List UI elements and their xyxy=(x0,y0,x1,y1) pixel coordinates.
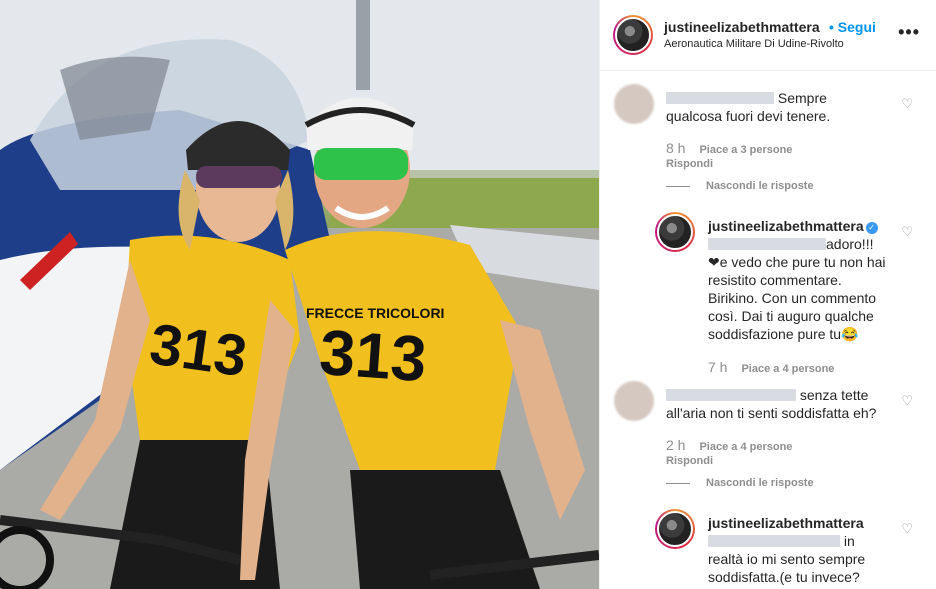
post-header: justineelizabethmattera • Segui Aeronaut… xyxy=(600,0,936,71)
blurred-username xyxy=(666,389,796,401)
svg-text:FRECCE TRICOLORI: FRECCE TRICOLORI xyxy=(306,305,444,321)
hide-replies-button[interactable]: Nascondi le risposte xyxy=(666,477,814,489)
comment-time: 8 h xyxy=(666,140,686,156)
svg-text:313: 313 xyxy=(146,311,251,389)
post-location[interactable]: Aeronautica Militare Di Udine-Rivolto xyxy=(664,38,844,50)
comment-meta: 2 h Piace a 4 persone xyxy=(666,437,792,453)
reply-button[interactable]: Rispondi xyxy=(666,158,713,170)
blurred-mention xyxy=(708,238,826,250)
more-options-icon[interactable]: ••• xyxy=(898,22,920,43)
comments-panel: justineelizabethmattera • Segui Aeronaut… xyxy=(599,0,936,589)
blurred-mention xyxy=(708,535,840,547)
commenter-avatar[interactable] xyxy=(614,381,654,421)
comment-likes[interactable]: Piace a 4 persone xyxy=(699,441,792,453)
like-heart-icon[interactable]: ♡ xyxy=(901,393,913,409)
blurred-username xyxy=(666,92,774,104)
like-heart-icon[interactable]: ♡ xyxy=(901,521,913,537)
reply-username[interactable]: justineelizabethmattera xyxy=(708,515,864,531)
reply-meta: 7 h Piace a 4 persone xyxy=(708,359,834,375)
follow-button[interactable]: • Segui xyxy=(829,19,876,35)
reply-button[interactable]: Rispondi xyxy=(666,455,713,467)
comment-meta: 8 h Piace a 3 persone xyxy=(666,140,792,156)
like-heart-icon[interactable]: ♡ xyxy=(901,96,913,112)
post-photo[interactable]: 313 313 FRECCE TRICOLORI xyxy=(0,0,599,589)
reply-likes[interactable]: Piace a 4 persone xyxy=(741,363,834,375)
verified-badge-icon: ✓ xyxy=(865,222,878,234)
comment-time: 2 h xyxy=(666,437,686,453)
photo-illustration: 313 313 FRECCE TRICOLORI xyxy=(0,0,599,589)
svg-text:313: 313 xyxy=(317,316,429,395)
reply-text: justineelizabethmattera in realtà io mi … xyxy=(708,515,866,585)
like-heart-icon[interactable]: ♡ xyxy=(901,224,913,240)
author-reply-avatar[interactable] xyxy=(655,212,695,252)
commenter-avatar[interactable] xyxy=(614,84,654,124)
comment-text: senza tette all'aria non ti senti soddis… xyxy=(666,387,877,421)
hide-replies-button[interactable]: Nascondi le risposte xyxy=(666,180,814,192)
author-avatar[interactable] xyxy=(613,15,653,55)
author-reply-avatar[interactable] xyxy=(655,509,695,549)
reply-time: 7 h xyxy=(708,359,728,375)
comment-likes[interactable]: Piace a 3 persone xyxy=(699,144,792,156)
author-username[interactable]: justineelizabethmattera xyxy=(664,19,820,35)
reply-text: justineelizabethmattera ✓ adoro!!! ❤e ved… xyxy=(708,218,886,342)
comment-text: Sempre qualcosa fuori devi tenere. xyxy=(666,90,831,124)
reply-username[interactable]: justineelizabethmattera xyxy=(708,218,864,234)
